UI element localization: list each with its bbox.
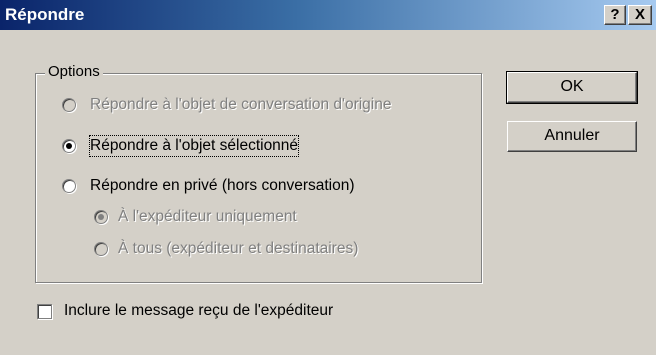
radio-label: À l'expéditeur uniquement	[118, 208, 297, 225]
radio-label: Répondre à l'objet sélectionné	[88, 135, 300, 157]
radio-button-icon	[62, 98, 76, 112]
include-message-checkbox[interactable]: Inclure le message reçu de l'expéditeur	[37, 301, 333, 321]
radio-all-recipients[interactable]: À tous (expéditeur et destinataires)	[94, 239, 358, 259]
radio-sender-only[interactable]: À l'expéditeur uniquement	[94, 207, 297, 227]
ok-button[interactable]: OK	[506, 71, 638, 104]
radio-label: À tous (expéditeur et destinataires)	[118, 240, 359, 257]
radio-button-icon	[62, 139, 76, 153]
radio-button-icon	[94, 210, 108, 224]
close-button[interactable]: X	[628, 5, 652, 25]
radio-reply-selected-object[interactable]: Répondre à l'objet sélectionné	[62, 135, 300, 157]
radio-reply-private[interactable]: Répondre en privé (hors conversation)	[62, 176, 355, 196]
window-title: Répondre	[5, 5, 85, 24]
radio-selected-dot-icon	[66, 143, 72, 149]
radio-label: Répondre à l'objet de conversation d'ori…	[90, 96, 392, 113]
reply-dialog: Répondre ? X Options Répondre à l'objet …	[0, 0, 656, 355]
radio-label: Répondre en privé (hors conversation)	[90, 177, 355, 194]
options-legend: Options	[45, 63, 103, 81]
checkbox-label: Inclure le message reçu de l'expéditeur	[64, 302, 334, 319]
radio-button-icon	[94, 242, 108, 256]
radio-button-icon	[62, 179, 76, 193]
checkbox-icon	[37, 303, 52, 319]
cancel-button[interactable]: Annuler	[507, 121, 637, 152]
radio-selected-dot-icon	[98, 214, 104, 220]
title-bar[interactable]: Répondre ? X	[0, 0, 656, 30]
radio-reply-original-conversation[interactable]: Répondre à l'objet de conversation d'ori…	[62, 95, 391, 115]
help-button[interactable]: ?	[604, 5, 626, 25]
